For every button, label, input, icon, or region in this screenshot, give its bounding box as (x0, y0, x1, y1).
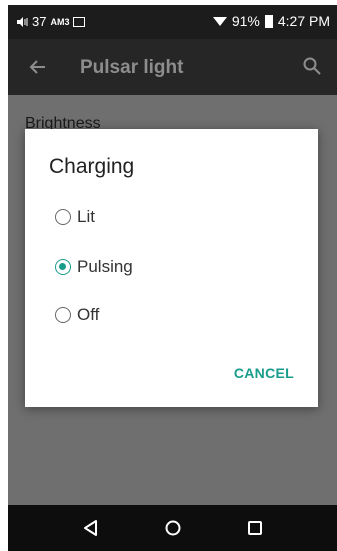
radio-checked-icon[interactable] (55, 259, 71, 275)
search-icon[interactable] (302, 56, 322, 76)
cancel-button[interactable]: CANCEL (234, 365, 294, 381)
app-bar: Pulsar light (8, 39, 337, 95)
option-label: Lit (77, 207, 95, 226)
network-label: AM3 (50, 16, 70, 27)
back-triangle-icon[interactable] (80, 517, 102, 539)
page-title: Pulsar light (80, 57, 184, 78)
status-bar-right: 91% 4:27 PM (212, 13, 330, 29)
volume-icon (17, 16, 28, 27)
home-circle-icon[interactable] (162, 517, 184, 539)
navigation-bar (8, 505, 337, 551)
recents-square-icon[interactable] (244, 517, 266, 539)
option-label: Pulsing (77, 257, 133, 276)
clock: 4:27 PM (277, 13, 330, 29)
volume-level: 37 (32, 14, 47, 29)
battery-percent: 91% (231, 13, 260, 29)
option-label: Off (77, 305, 100, 324)
phone-screen: 37 AM3 91% 4:27 PM Pulsar light Brightne… (8, 5, 337, 551)
option-pulsing[interactable]: Pulsing (55, 257, 133, 277)
dialog-title: Charging (49, 155, 135, 178)
option-off[interactable]: Off (55, 305, 99, 325)
option-lit[interactable]: Lit (55, 207, 95, 227)
status-bar: 37 AM3 91% 4:27 PM (8, 5, 337, 39)
charging-dialog: Charging Lit Pulsing Off CANCEL (25, 129, 318, 407)
radio-unchecked-icon[interactable] (55, 307, 71, 323)
wifi-icon (212, 17, 227, 26)
back-arrow-icon[interactable] (28, 57, 48, 77)
image-icon (73, 16, 86, 27)
battery-icon (264, 14, 273, 28)
radio-unchecked-icon[interactable] (55, 209, 71, 225)
status-bar-left: 37 AM3 (16, 14, 86, 29)
